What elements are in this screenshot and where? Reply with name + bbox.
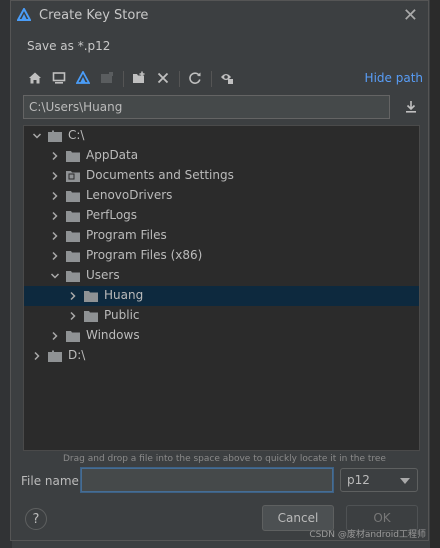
watermark-text: CSDN @废材android工程师	[309, 530, 426, 540]
tree-row-label: Users	[86, 268, 120, 282]
tree-row[interactable]: AppData	[24, 146, 419, 166]
tree-row[interactable]: Program Files (x86)	[24, 246, 419, 266]
tree-row-label: Windows	[86, 328, 140, 342]
folder-icon	[66, 331, 80, 342]
folder-icon	[66, 151, 80, 162]
chevron-right-icon[interactable]	[68, 291, 78, 301]
project-icon[interactable]	[73, 68, 93, 88]
chevron-right-icon[interactable]	[50, 331, 60, 341]
tree-row[interactable]: LenovoDrivers	[24, 186, 419, 206]
extension-selected-value: p12	[347, 473, 370, 487]
file-chooser-toolbar: Hide path	[25, 68, 423, 90]
chevron-right-icon[interactable]	[50, 151, 60, 161]
folder-icon	[66, 251, 80, 262]
file-name-input[interactable]	[81, 468, 333, 492]
tree-row[interactable]: Users	[24, 266, 419, 286]
tree-row-label: Program Files	[86, 228, 167, 242]
chevron-right-icon[interactable]	[50, 251, 60, 261]
title-bar: Create Key Store ✕	[11, 1, 428, 31]
drive-icon	[48, 350, 62, 362]
home-icon[interactable]	[25, 68, 45, 88]
tree-row-label: Documents and Settings	[86, 168, 234, 182]
folder-icon	[84, 311, 98, 322]
tree-row[interactable]: Windows	[24, 326, 419, 346]
tree-row[interactable]: D:\	[24, 346, 419, 366]
tree-row[interactable]: Documents and Settings	[24, 166, 419, 186]
folder-icon	[66, 211, 80, 222]
folder-icon	[66, 271, 80, 282]
new-folder-icon[interactable]	[129, 68, 149, 88]
tree-row[interactable]: Program Files	[24, 226, 419, 246]
hide-path-link[interactable]: Hide path	[365, 71, 423, 85]
tree-row-label: Huang	[104, 288, 144, 302]
extension-select[interactable]: p12	[340, 468, 418, 492]
tree-row-label: D:\	[68, 348, 86, 362]
tree-row[interactable]: PerfLogs	[24, 206, 419, 226]
folder-icon	[66, 231, 80, 242]
file-tree[interactable]: C:\ AppData Documents and Settings LenovoDr…	[23, 125, 420, 451]
toolbar-separator	[179, 71, 180, 87]
tree-row-label: PerfLogs	[86, 208, 138, 222]
refresh-icon[interactable]	[185, 68, 205, 88]
path-row	[23, 95, 421, 119]
tree-row[interactable]: Public	[24, 306, 419, 326]
folder-icon	[66, 171, 80, 182]
close-icon[interactable]: ✕	[403, 5, 418, 26]
folder-icon	[84, 291, 98, 302]
folder-icon	[66, 191, 80, 202]
tree-row[interactable]: C:\	[24, 126, 419, 146]
drag-drop-hint: Drag and drop a file into the space abov…	[63, 454, 386, 464]
dialog-title: Create Key Store	[39, 8, 149, 23]
path-input[interactable]	[23, 95, 390, 119]
chevron-right-icon[interactable]	[50, 191, 60, 201]
tree-row-label: C:\	[68, 128, 85, 142]
chevron-right-icon[interactable]	[68, 311, 78, 321]
chevron-right-icon[interactable]	[50, 231, 60, 241]
module-icon[interactable]	[97, 68, 117, 88]
chevron-right-icon[interactable]	[32, 351, 42, 361]
drive-icon	[48, 130, 62, 142]
app-logo-icon	[17, 8, 31, 21]
file-name-label: File name:	[21, 474, 83, 488]
chevron-right-icon[interactable]	[50, 211, 60, 221]
tree-row-label: AppData	[86, 148, 139, 162]
download-arrow-icon[interactable]	[401, 97, 421, 117]
tree-row-label: Public	[104, 308, 140, 322]
tree-row-label: Program Files (x86)	[86, 248, 203, 262]
help-button[interactable]: ?	[25, 508, 47, 530]
chevron-down-icon[interactable]	[50, 271, 60, 281]
chevron-right-icon[interactable]	[50, 171, 60, 181]
delete-icon[interactable]	[153, 68, 173, 88]
dialog-subtitle: Save as *.p12	[27, 39, 111, 53]
create-key-store-dialog: Create Key Store ✕ Save as *.p12 Hide pa…	[10, 0, 429, 541]
tree-row-label: LenovoDrivers	[86, 188, 173, 202]
chevron-down-icon[interactable]	[32, 131, 42, 141]
show-hidden-icon[interactable]	[217, 68, 237, 88]
desktop-icon[interactable]	[49, 68, 69, 88]
tree-row[interactable]: Huang	[24, 286, 419, 306]
chevron-down-icon	[400, 478, 410, 484]
ide-background-right	[430, 0, 440, 548]
toolbar-separator	[211, 71, 212, 87]
toolbar-separator	[123, 71, 124, 87]
